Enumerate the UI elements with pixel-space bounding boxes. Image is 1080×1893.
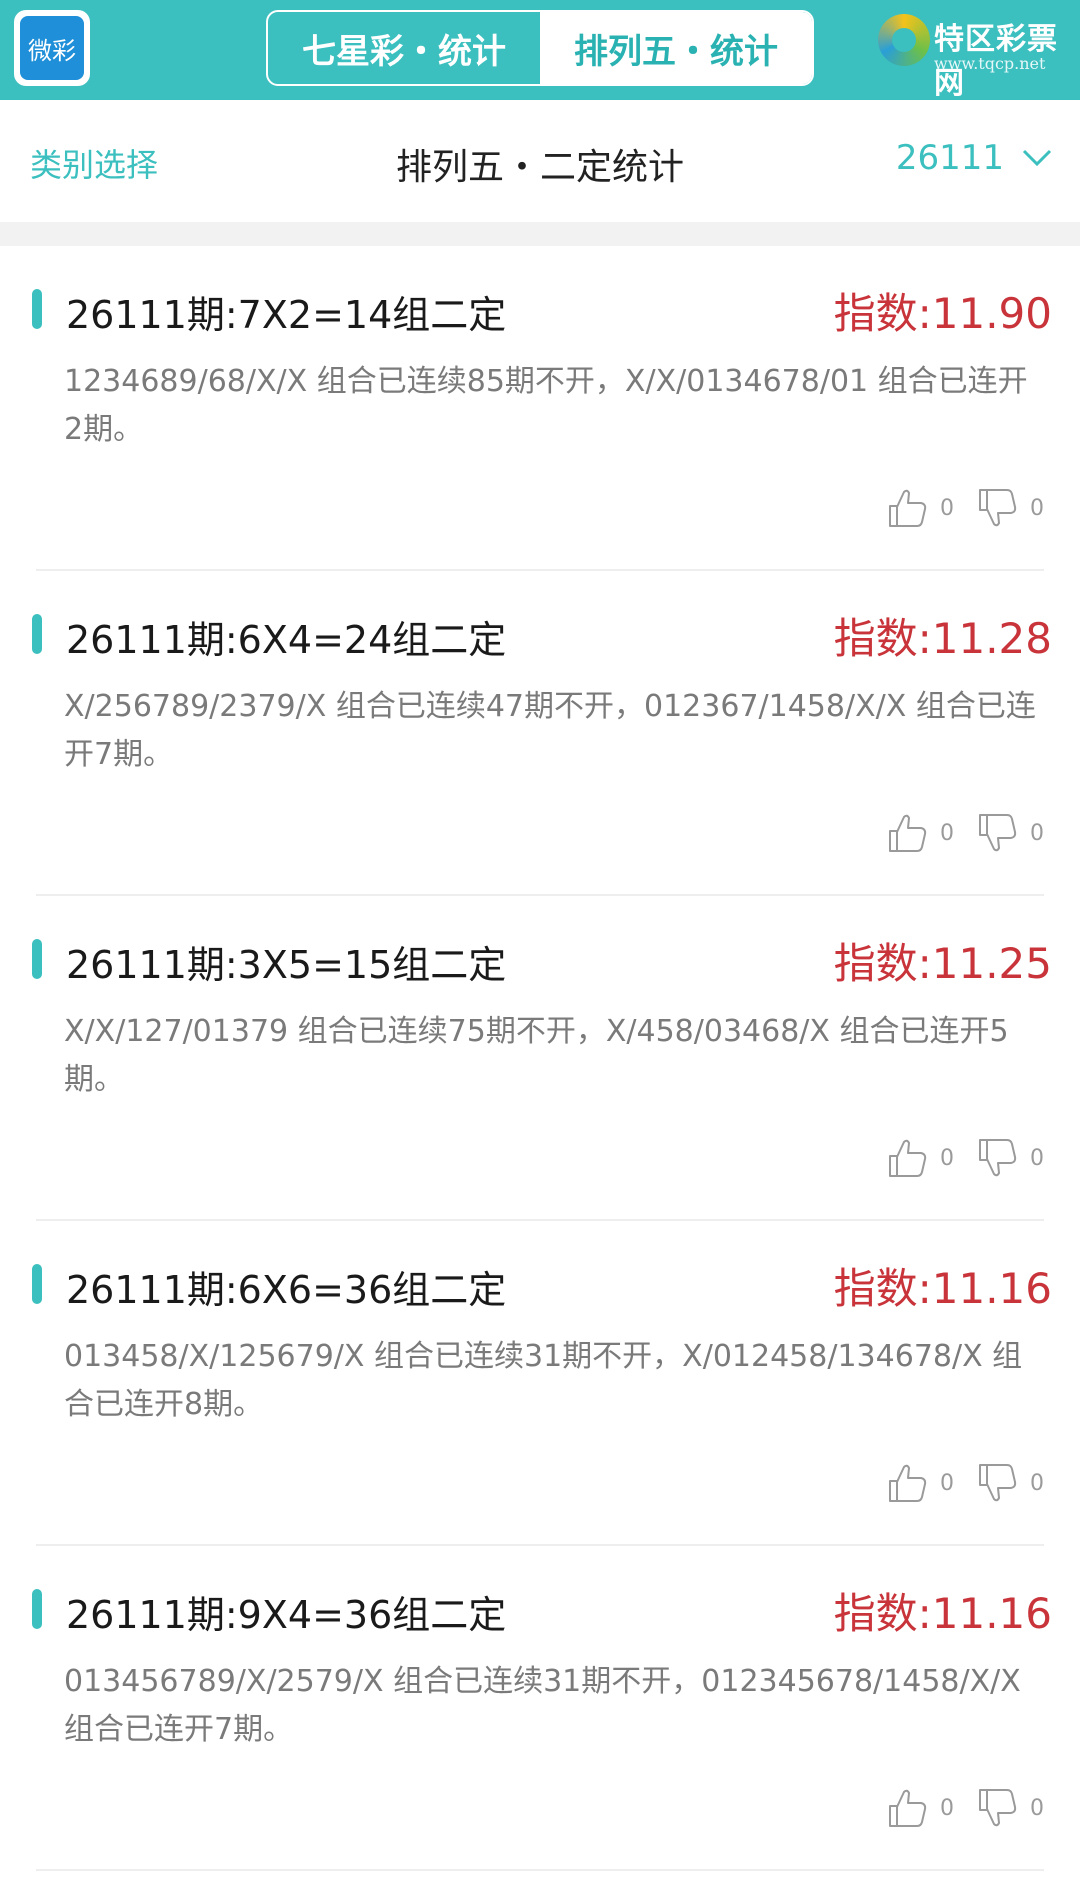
like-button[interactable]: 0 [886,486,954,530]
like-button[interactable]: 0 [886,1461,954,1505]
like-button[interactable]: 0 [886,1786,954,1830]
tab-pailiewu-stats[interactable]: 排列五・统计 [540,12,812,84]
stat-card: 26111期:9X4=36组二定 指数:11.16 013456789/X/25… [0,1546,1080,1871]
card-description: 013458/X/125679/X 组合已连续31期不开，X/012458/13… [64,1339,1023,1422]
like-button[interactable]: 0 [886,811,954,855]
card-actions: 0 0 [864,811,1044,855]
issue-select-dropdown[interactable]: 26111 [896,138,1052,178]
dislike-count: 0 [1030,495,1044,521]
card-index: 指数:11.16 [833,1264,1052,1313]
card-accent-bar [32,289,42,329]
chevron-down-icon [1022,149,1052,167]
thumbs-up-icon [889,1789,927,1827]
thumbs-down-icon [979,1139,1017,1177]
top-bar: 微彩 七星彩・统计 排列五・统计 特区彩票网 www.tqcp.net [0,0,1080,101]
like-count: 0 [940,1470,954,1496]
dislike-button[interactable]: 0 [976,1461,1044,1505]
card-title: 26111期:9X4=36组二定 [66,1593,507,1637]
stat-card: 26111期:6X6=36组二定 指数:11.16 013458/X/12567… [0,1221,1080,1546]
card-description: 1234689/68/X/X 组合已连续85期不开，X/X/0134678/01… [64,364,1028,447]
app-logo-text: 微彩 [20,16,84,80]
stat-card: 26111期:7X2=14组二定 指数:11.90 1234689/68/X/X… [0,246,1080,571]
brand-url: www.tqcp.net [934,54,1046,73]
card-actions: 0 0 [864,1136,1044,1180]
thumbs-down-icon [979,489,1017,527]
card-divider [36,1869,1044,1871]
card-description: X/X/127/01379 组合已连续75期不开，X/458/03468/X 组… [64,1014,1009,1097]
thumbs-down-icon [979,814,1017,852]
card-actions: 0 0 [864,1786,1044,1830]
brand-swirl-icon [878,14,930,66]
thumbs-up-icon [889,814,927,852]
section-divider [0,222,1080,246]
thumbs-down-icon [979,1464,1017,1502]
thumbs-up-icon [889,489,927,527]
dislike-button[interactable]: 0 [976,811,1044,855]
card-accent-bar [32,1589,42,1629]
like-count: 0 [940,820,954,846]
card-index: 指数:11.90 [833,289,1052,338]
dislike-count: 0 [1030,1470,1044,1496]
lottery-tabs: 七星彩・统计 排列五・统计 [266,10,814,86]
dislike-button[interactable]: 0 [976,1786,1044,1830]
issue-number: 26111 [895,138,1004,178]
like-button[interactable]: 0 [886,1136,954,1180]
thumbs-up-icon [889,1139,927,1177]
card-index: 指数:11.28 [833,614,1052,663]
card-description: X/256789/2379/X 组合已连续47期不开，012367/1458/X… [64,689,1036,772]
sub-header: 类别选择 排列五・二定统计 26111 [0,100,1080,222]
dislike-button[interactable]: 0 [976,486,1044,530]
card-title: 26111期:6X4=24组二定 [66,618,507,662]
card-accent-bar [32,939,42,979]
card-actions: 0 0 [864,486,1044,530]
thumbs-down-icon [979,1789,1017,1827]
card-title: 26111期:7X2=14组二定 [66,293,507,337]
dislike-count: 0 [1030,1145,1044,1171]
stats-list: 26111期:7X2=14组二定 指数:11.90 1234689/68/X/X… [0,246,1080,1871]
card-accent-bar [32,1264,42,1304]
thumbs-up-icon [889,1464,927,1502]
card-title: 26111期:6X6=36组二定 [66,1268,507,1312]
card-index: 指数:11.25 [833,939,1052,988]
card-accent-bar [32,614,42,654]
stat-card: 26111期:3X5=15组二定 指数:11.25 X/X/127/01379 … [0,896,1080,1221]
card-description: 013456789/X/2579/X 组合已连续31期不开，012345678/… [64,1664,1021,1747]
like-count: 0 [940,495,954,521]
stat-card: 26111期:6X4=24组二定 指数:11.28 X/256789/2379/… [0,571,1080,896]
like-count: 0 [940,1795,954,1821]
dislike-count: 0 [1030,820,1044,846]
brand-logo: 特区彩票网 www.tqcp.net [878,8,1074,101]
app-logo[interactable]: 微彩 [14,10,90,86]
like-count: 0 [940,1145,954,1171]
tab-qixingcai-stats[interactable]: 七星彩・统计 [268,12,540,84]
dislike-count: 0 [1030,1795,1044,1821]
card-index: 指数:11.16 [833,1589,1052,1638]
dislike-button[interactable]: 0 [976,1136,1044,1180]
card-actions: 0 0 [864,1461,1044,1505]
card-title: 26111期:3X5=15组二定 [66,943,507,987]
